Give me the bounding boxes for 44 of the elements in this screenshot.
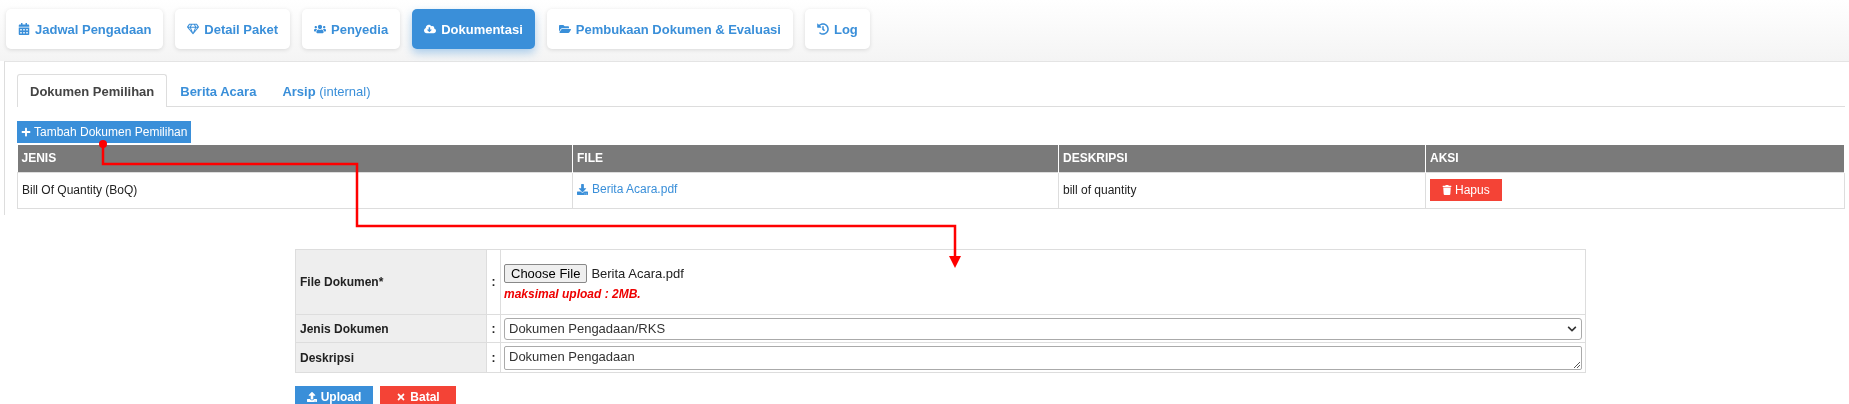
tab[interactable]: Berita Acara [167,74,270,107]
add-document-button[interactable]: Tambah Dokumen Pemilihan [17,121,192,143]
table-cell: Bill Of Quantity (BoQ) [17,172,573,208]
history-icon [816,23,829,35]
folder-icon [558,23,571,35]
colon: : [486,342,501,373]
nav-tab[interactable]: Log [804,9,870,49]
file-link[interactable]: Berita Acara.pdf [577,182,678,197]
field-label: Jenis Dokumen [295,314,487,343]
tab[interactable]: Dokumen Pemilihan [17,74,168,107]
calendar-icon [18,23,30,35]
column-header: AKSI [1425,145,1845,172]
plus-icon [21,127,31,137]
chevron-down-icon [1567,323,1577,334]
diamond-icon [187,23,200,35]
file-name: Berita Acara.pdf [591,265,684,281]
cancel-button[interactable]: Batal [380,386,456,404]
column-header: FILE [572,145,1059,172]
field-label: File Dokumen* [295,249,487,315]
tab[interactable]: Arsip (internal) [269,74,384,107]
colon: : [486,249,501,315]
upload-icon [306,392,317,402]
upload-hint: maksimal upload : 2MB. [504,286,642,301]
users-icon [314,23,327,35]
choose-file-button[interactable]: Choose File [504,263,588,283]
nav-tab[interactable]: Penyedia [302,9,401,49]
column-header: DESKRIPSI [1058,145,1426,172]
nav-tab[interactable]: Jadwal Pengadaan [6,9,164,49]
column-header: JENIS [17,145,573,172]
resize-handle-icon[interactable] [1573,360,1580,368]
description-field[interactable]: Dokumen Pengadaan [504,345,1582,370]
colon: : [486,314,501,343]
close-icon [396,392,407,402]
download-icon [577,183,588,195]
field-label: Deskripsi [295,342,487,373]
delete-button[interactable]: Hapus [1430,179,1502,201]
trash-icon [1442,185,1452,195]
nav-tab[interactable]: Pembukaan Dokumen & Evaluasi [546,9,793,49]
cloud-download-icon [424,23,437,35]
table-cell: bill of quantity [1058,172,1426,208]
upload-button[interactable]: Upload [295,386,373,404]
nav-tab[interactable]: Dokumentasi [412,9,535,49]
nav-tab[interactable]: Detail Paket [175,9,291,49]
document-type-select[interactable]: Dokumen Pengadaan/RKS [504,317,1582,340]
